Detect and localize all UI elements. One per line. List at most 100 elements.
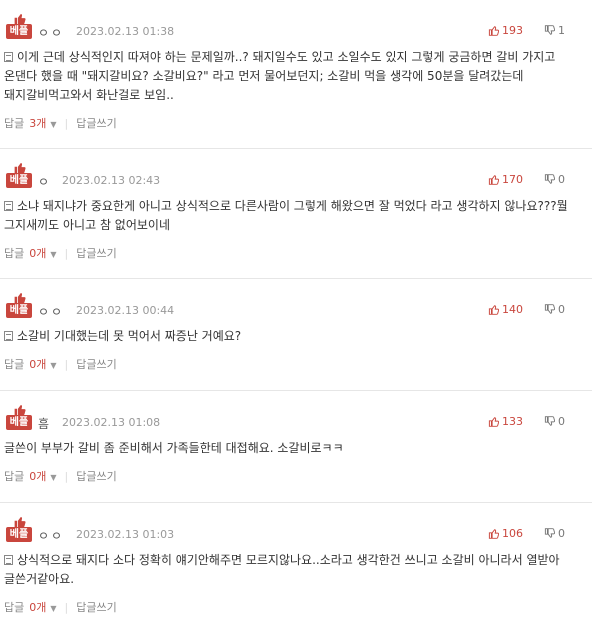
best-comment-badge: 베플 (6, 161, 32, 189)
thumbs-down-icon (544, 25, 555, 35)
dislike-count: 0 (558, 415, 565, 428)
thumbs-up-icon (488, 175, 499, 185)
nickname[interactable]: 흠 (38, 415, 51, 432)
comment-meta: 베플 ㅇㅇ 2023.02.13 00:44 140 0 (4, 289, 592, 321)
dislike-count: 0 (558, 173, 565, 186)
divider: | (64, 469, 69, 483)
write-reply-link[interactable]: 답글쓰기 (76, 468, 116, 484)
reply-count: 0개 (29, 247, 47, 260)
comment-actions: 답글 0개 ▼ | 답글쓰기 (4, 346, 592, 381)
comment-text: 소냐 돼지냐가 중요한게 아니고 상식적으로 다른사람이 그렇게 해왔으면 잘 … (4, 191, 592, 235)
comment-meta: 베플 흠 2023.02.13 01:08 133 0 (4, 401, 592, 433)
reply-label: 답글 (4, 358, 25, 371)
reply-count: 0개 (29, 601, 47, 614)
thumbs-up-icon (488, 26, 499, 36)
comment-date: 2023.02.13 00:44 (76, 304, 175, 317)
comment-actions: 답글 0개 ▼ | 답글쓰기 (4, 458, 592, 493)
comment-body: 글쓴이 부부가 갈비 좀 준비해서 가족들한테 대접해요. 소갈비로ㅋㅋ (4, 441, 344, 455)
thumbs-up-icon (488, 417, 499, 427)
reply-label: 답글 (4, 601, 25, 614)
divider: | (64, 246, 69, 260)
best-label: 베플 (6, 527, 32, 542)
reply-toggle[interactable]: 답글 0개 ▼ (4, 356, 57, 372)
like-button[interactable]: 193 (488, 24, 523, 37)
comment-date: 2023.02.13 01:08 (62, 416, 161, 429)
comment-actions: 답글 3개 ▼ | 답글쓰기 (4, 105, 592, 140)
caret-down-icon: ▼ (50, 120, 57, 129)
reply-toggle[interactable]: 답글 0개 ▼ (4, 245, 57, 261)
comment-meta: 베플 ㅇ 2023.02.13 02:43 170 0 (4, 159, 592, 191)
thumbs-down-icon (544, 528, 555, 538)
reply-label: 답글 (4, 117, 25, 130)
nickname[interactable]: ㅇ (38, 173, 51, 190)
nickname[interactable]: ㅇㅇ (38, 24, 64, 41)
comment-actions: 답글 0개 ▼ | 답글쓰기 (4, 235, 592, 270)
dislike-button[interactable]: 0 (544, 527, 565, 540)
thumbs-up-icon (488, 529, 499, 539)
thumbs-down-icon (544, 416, 555, 426)
comment-text: 이게 근데 상식적인지 따져야 하는 문제일까..? 돼지일수도 있고 소일수도… (4, 42, 592, 105)
comment-item: 베플 ㅇㅇ 2023.02.13 01:38 193 1 이게 근데 상식적인지… (0, 0, 592, 149)
caret-down-icon: ▼ (50, 361, 57, 370)
thumbs-down-icon (544, 304, 555, 314)
document-icon (4, 201, 13, 211)
reply-toggle[interactable]: 답글 3개 ▼ (4, 115, 57, 131)
document-icon (4, 52, 13, 62)
reply-count: 0개 (29, 358, 47, 371)
write-reply-link[interactable]: 답글쓰기 (76, 115, 116, 131)
comment-text: 글쓴이 부부가 갈비 좀 준비해서 가족들한테 대접해요. 소갈비로ㅋㅋ (4, 433, 592, 458)
divider: | (64, 600, 69, 614)
write-reply-link[interactable]: 답글쓰기 (76, 599, 116, 615)
like-count: 140 (502, 303, 523, 316)
like-button[interactable]: 170 (488, 173, 523, 186)
comment-text: 소갈비 기대했는데 못 먹어서 짜증난 거예요? (4, 321, 592, 346)
write-reply-link[interactable]: 답글쓰기 (76, 356, 116, 372)
reply-count: 0개 (29, 470, 47, 483)
comment-item: 베플 ㅇㅇ 2023.02.13 00:44 140 0 소갈비 기대했는데 못… (0, 279, 592, 391)
comment-list: 베플 ㅇㅇ 2023.02.13 01:38 193 1 이게 근데 상식적인지… (0, 0, 592, 615)
dislike-count: 1 (558, 24, 565, 37)
caret-down-icon: ▼ (50, 250, 57, 259)
nickname[interactable]: ㅇㅇ (38, 303, 64, 320)
write-reply-link[interactable]: 답글쓰기 (76, 245, 116, 261)
reply-count: 3개 (29, 117, 47, 130)
best-comment-badge: 베플 (6, 12, 32, 40)
comment-text: 상식적으로 돼지다 소다 정확히 얘기안해주면 모르지않나요..소라고 생각한건… (4, 545, 592, 589)
comment-meta: 베플 ㅇㅇ 2023.02.13 01:03 106 0 (4, 513, 592, 545)
reply-label: 답글 (4, 470, 25, 483)
like-count: 170 (502, 173, 523, 186)
reply-toggle[interactable]: 답글 0개 ▼ (4, 599, 57, 615)
like-count: 133 (502, 415, 523, 428)
caret-down-icon: ▼ (50, 473, 57, 482)
comment-body: 소갈비 기대했는데 못 먹어서 짜증난 거예요? (17, 329, 242, 343)
like-count: 193 (502, 24, 523, 37)
like-button[interactable]: 140 (488, 303, 523, 316)
comment-date: 2023.02.13 01:03 (76, 528, 175, 541)
comment-body: 이게 근데 상식적인지 따져야 하는 문제일까..? 돼지일수도 있고 소일수도… (4, 50, 556, 102)
best-comment-badge: 베플 (6, 515, 32, 543)
dislike-count: 0 (558, 527, 565, 540)
comment-body: 상식적으로 돼지다 소다 정확히 얘기안해주면 모르지않나요..소라고 생각한건… (4, 553, 560, 586)
comment-date: 2023.02.13 02:43 (62, 174, 161, 187)
best-label: 베플 (6, 24, 32, 39)
document-icon (4, 555, 13, 565)
comment-item: 베플 ㅇ 2023.02.13 02:43 170 0 소냐 돼지냐가 중요한게… (0, 149, 592, 279)
dislike-button[interactable]: 0 (544, 303, 565, 316)
reply-toggle[interactable]: 답글 0개 ▼ (4, 468, 57, 484)
dislike-button[interactable]: 1 (544, 24, 565, 37)
best-label: 베플 (6, 303, 32, 318)
nickname[interactable]: ㅇㅇ (38, 527, 64, 544)
divider: | (64, 116, 69, 130)
like-count: 106 (502, 527, 523, 540)
best-comment-badge: 베플 (6, 403, 32, 431)
dislike-button[interactable]: 0 (544, 415, 565, 428)
like-button[interactable]: 106 (488, 527, 523, 540)
comment-item: 베플 ㅇㅇ 2023.02.13 01:03 106 0 상식적으로 돼지다 소… (0, 503, 592, 615)
like-button[interactable]: 133 (488, 415, 523, 428)
comment-date: 2023.02.13 01:38 (76, 25, 175, 38)
divider: | (64, 357, 69, 371)
thumbs-up-icon (488, 305, 499, 315)
best-label: 베플 (6, 173, 32, 188)
best-comment-badge: 베플 (6, 291, 32, 319)
dislike-button[interactable]: 0 (544, 173, 565, 186)
